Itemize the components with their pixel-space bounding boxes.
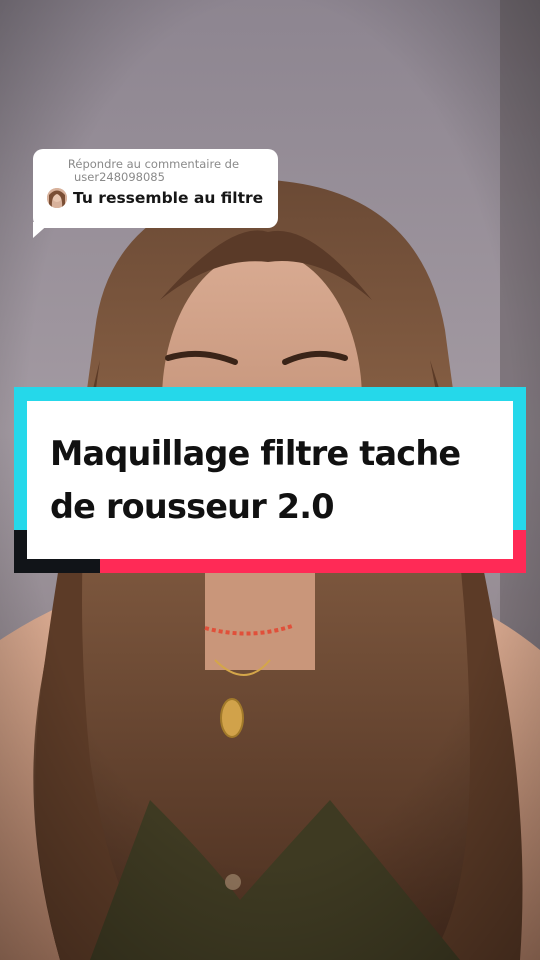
reply-header: Répondre au commentaire de user248098085 [47,158,266,184]
caption-line-1: Maquillage filtre tache [50,434,461,473]
caption-line-2: de rousseur 2.0 [50,487,335,526]
user-avatar-icon [47,188,67,208]
caption-banner: Maquillage filtre tache de rousseur 2.0 [27,401,513,559]
reply-body: Tu ressemble au filtre [47,188,266,208]
reply-header-text: Répondre au commentaire de [67,157,240,171]
reply-bubble-tail [33,222,51,238]
reply-username: user248098085 [74,170,165,184]
caption-text: Maquillage filtre tache de rousseur 2.0 [50,427,503,533]
reply-comment-bubble[interactable]: Répondre au commentaire de user248098085… [33,149,278,228]
reply-comment-text: Tu ressemble au filtre [73,189,264,207]
